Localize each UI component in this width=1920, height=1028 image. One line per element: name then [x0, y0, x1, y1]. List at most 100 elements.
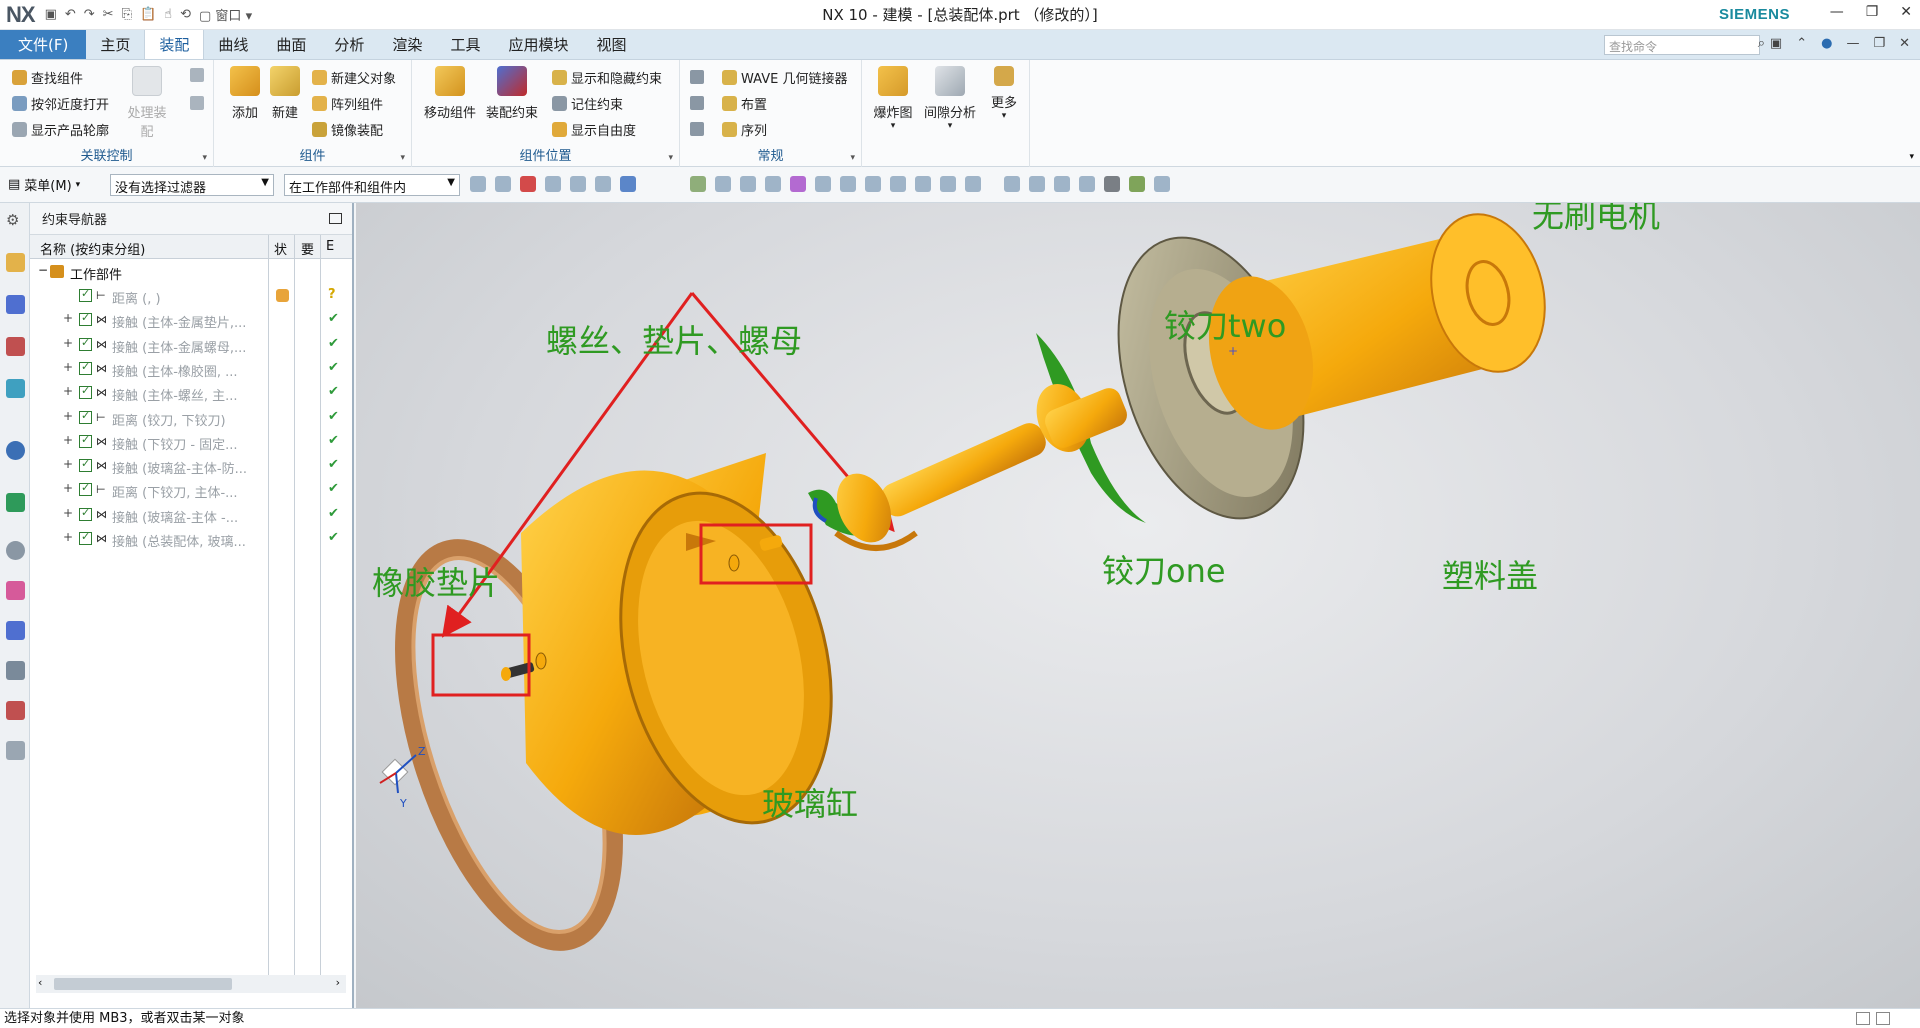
undo-icon[interactable]: ↶: [65, 7, 76, 22]
status-icon-1[interactable]: [1856, 1012, 1870, 1025]
find-component-button[interactable]: 查找组件: [12, 68, 83, 87]
chevron-down-icon[interactable]: ▾: [668, 153, 673, 163]
hd3d-tools-icon[interactable]: [6, 441, 25, 460]
visibility-checkbox[interactable]: [79, 336, 92, 351]
tab-home[interactable]: 主页: [86, 30, 144, 59]
column-required[interactable]: 要: [301, 239, 314, 258]
constraint-row[interactable]: + ⋈ 接触 (玻璃盆-主体 -... ✔: [30, 503, 352, 527]
visibility-checkbox[interactable]: [79, 481, 92, 497]
end-point-icon[interactable]: [715, 176, 731, 192]
reuse-library-icon[interactable]: [6, 379, 25, 398]
mid-point-icon[interactable]: [740, 176, 756, 192]
cut-icon[interactable]: ✂: [103, 7, 114, 22]
constraint-row[interactable]: + ⋈ 接触 (主体-橡胶圈, ... ✔: [30, 357, 352, 381]
bounded-grid-icon[interactable]: [965, 176, 981, 192]
quadrant-icon[interactable]: [865, 176, 881, 192]
repeat-command-icon[interactable]: ⟲: [180, 7, 191, 22]
tab-application[interactable]: 应用模块: [494, 30, 582, 59]
expand-icon[interactable]: +: [63, 360, 73, 374]
collapse-ribbon-icon[interactable]: ⌃: [1796, 36, 1807, 51]
sequence-button[interactable]: 序列: [722, 120, 767, 139]
column-e[interactable]: E: [326, 239, 334, 254]
scrollbar-thumb[interactable]: [54, 978, 232, 990]
constraint-row[interactable]: + ⋈ 接触 (总装配体, 玻璃... ✔: [30, 527, 352, 551]
assembly-navigator-icon[interactable]: [6, 253, 25, 272]
scroll-left-icon[interactable]: ‹: [38, 976, 42, 989]
select-feature-icon[interactable]: [545, 176, 561, 192]
move-component-button[interactable]: 移动组件: [420, 66, 480, 121]
expand-icon[interactable]: +: [63, 336, 73, 350]
mirror-assembly-button[interactable]: 镜像装配: [312, 120, 383, 139]
snap-on-icon[interactable]: [690, 176, 706, 192]
chevron-down-icon[interactable]: ▾: [202, 153, 207, 163]
new-parent-button[interactable]: 新建父对象: [312, 68, 396, 87]
web-browser-icon[interactable]: [6, 493, 25, 512]
collapse-icon[interactable]: −: [38, 263, 48, 277]
process-studio-icon[interactable]: [6, 621, 25, 640]
tab-view[interactable]: 视图: [582, 30, 640, 59]
search-icon[interactable]: ⌕: [1758, 36, 1765, 51]
visibility-checkbox[interactable]: [79, 311, 92, 327]
tab-assembly[interactable]: 装配: [144, 30, 205, 59]
visibility-checkbox[interactable]: [79, 287, 92, 302]
pattern-component-button[interactable]: 阵列组件: [312, 94, 383, 113]
deselect-icon[interactable]: [520, 176, 536, 192]
chevron-down-icon[interactable]: ▾: [850, 153, 855, 163]
new-component-button[interactable]: 新建: [262, 66, 308, 121]
redo-icon[interactable]: ↷: [84, 7, 95, 22]
selection-scope-select[interactable]: 在工作部件和组件内 ▼: [284, 174, 460, 196]
expand-icon[interactable]: +: [63, 481, 73, 495]
filter-icon[interactable]: [470, 176, 486, 192]
part-navigator-icon[interactable]: [6, 337, 25, 356]
visibility-checkbox[interactable]: [79, 457, 92, 473]
roles-icon[interactable]: [6, 701, 25, 720]
expand-icon[interactable]: +: [63, 457, 73, 471]
perpendicular-icon[interactable]: [815, 176, 831, 192]
doc-restore-icon[interactable]: ❐: [1873, 36, 1885, 51]
constraint-row[interactable]: ⊢ 距离 (, )?: [30, 284, 352, 308]
assembly-constraint-button[interactable]: 装配约束: [482, 66, 542, 121]
constraint-row[interactable]: + ⋈ 接触 (主体-金属螺母,... ✔: [30, 333, 352, 357]
show-product-outline-button[interactable]: 显示产品轮廓: [12, 120, 109, 139]
history-icon[interactable]: [6, 541, 25, 560]
constraint-row[interactable]: + ⊢ 距离 (下铰刀, 主体-... ✔: [30, 478, 352, 502]
exploded-view-button[interactable]: 爆炸图 ▾: [868, 66, 918, 131]
link-icon[interactable]: [190, 68, 204, 82]
visibility-checkbox[interactable]: [79, 530, 92, 545]
maximize-icon[interactable]: [329, 213, 342, 224]
ribbon-options-chevron-icon[interactable]: ▾: [1909, 152, 1914, 162]
command-search-input[interactable]: 查找命令: [1604, 35, 1760, 55]
column-status[interactable]: 状: [274, 239, 287, 258]
paste-icon[interactable]: 📋: [140, 7, 156, 22]
more-button[interactable]: 更多 ▾: [984, 66, 1024, 121]
tab-analysis[interactable]: 分析: [320, 30, 378, 59]
visibility-checkbox[interactable]: [79, 360, 92, 375]
horizontal-scrollbar[interactable]: ‹ ›: [36, 975, 346, 993]
process-assembly-button[interactable]: 处理装配: [124, 66, 170, 140]
copy-icon[interactable]: ⎘: [122, 7, 132, 22]
menu-button[interactable]: ▤ 菜单(M) ▾: [8, 175, 80, 194]
minimize-icon[interactable]: —: [1830, 4, 1844, 20]
orient-view-icon[interactable]: [1154, 176, 1170, 192]
show-hide-constraints-button[interactable]: 显示和隐藏约束: [552, 68, 662, 87]
layer-settings-icon[interactable]: [1079, 176, 1095, 192]
arc-center-icon[interactable]: [840, 176, 856, 192]
visibility-checkbox[interactable]: [79, 409, 92, 424]
clearance-analysis-button[interactable]: 间隙分析 ▾: [920, 66, 980, 131]
constraint-row[interactable]: + ⋈ 接触 (下铰刀 - 固定... ✔: [30, 430, 352, 454]
blade-one-part[interactable]: [808, 419, 1050, 551]
expand-icon[interactable]: +: [63, 530, 73, 544]
column-name[interactable]: 名称 (按约束分组): [40, 239, 145, 258]
view-cube-icon[interactable]: [620, 176, 636, 192]
fit-view-icon[interactable]: [1004, 176, 1020, 192]
tree-root-work-part[interactable]: − 工作部件: [30, 260, 352, 284]
close-icon[interactable]: ✕: [1900, 4, 1912, 20]
status-icon-2[interactable]: [1876, 1012, 1890, 1025]
expand-icon[interactable]: +: [63, 409, 73, 423]
restore-icon[interactable]: ❐: [1866, 4, 1879, 20]
visibility-checkbox[interactable]: [79, 433, 92, 448]
type-filter-select[interactable]: 没有选择过滤器 ▼: [110, 174, 274, 196]
system-materials-icon[interactable]: [6, 581, 25, 600]
zoom-icon[interactable]: [1029, 176, 1045, 192]
show-dof-button[interactable]: 显示自由度: [552, 120, 636, 139]
